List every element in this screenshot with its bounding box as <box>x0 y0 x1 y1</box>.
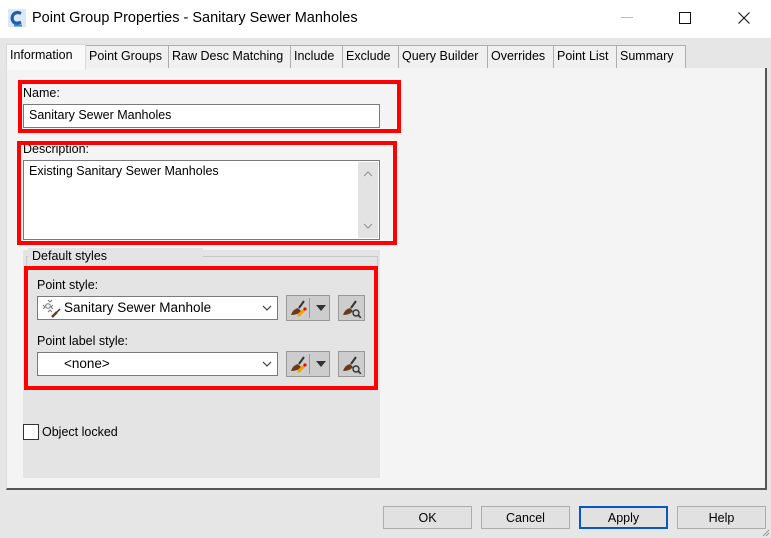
scroll-up-arrow[interactable] <box>358 164 378 184</box>
point-label-style-label: Point label style: <box>37 334 129 348</box>
description-scrollbar[interactable] <box>358 162 378 238</box>
view-style-icon <box>342 356 362 374</box>
tab-raw-desc-matching[interactable]: Raw Desc Matching <box>168 45 291 69</box>
tab-point-list[interactable]: Point List <box>553 45 617 69</box>
apply-button[interactable]: Apply <box>579 506 668 529</box>
minimize-icon <box>621 17 633 18</box>
close-icon <box>738 12 750 24</box>
maximize-button[interactable] <box>662 0 708 36</box>
view-style-icon <box>342 300 362 318</box>
tab-overrides[interactable]: Overrides <box>487 45 554 69</box>
chevron-down-icon <box>363 223 373 229</box>
point-style-dropdown[interactable]: Sanitary Sewer Manhole <box>37 296 278 320</box>
default-styles-label: Default styles <box>28 248 203 273</box>
point-style-label: Point style: <box>37 278 99 292</box>
chevron-down-icon <box>262 305 272 311</box>
tab-point-groups[interactable]: Point Groups <box>85 45 169 69</box>
description-textarea[interactable]: Existing Sanitary Sewer Manholes <box>23 160 380 240</box>
minimize-button[interactable] <box>604 0 650 36</box>
maximize-icon <box>679 12 691 24</box>
close-button[interactable] <box>721 0 767 36</box>
point-label-style-view-button[interactable] <box>338 351 365 377</box>
edit-style-icon <box>291 354 310 374</box>
point-label-style-value: <none> <box>64 356 110 371</box>
window-title: Point Group Properties - Sanitary Sewer … <box>32 10 358 26</box>
chevron-up-icon <box>363 171 373 177</box>
point-style-value: Sanitary Sewer Manhole <box>64 300 212 315</box>
chevron-down-icon <box>262 361 272 367</box>
civil3d-app-icon <box>8 9 26 27</box>
object-locked-checkbox[interactable] <box>23 424 39 440</box>
point-style-view-button[interactable] <box>338 295 365 321</box>
resize-grip-icon[interactable] <box>760 527 770 537</box>
description-label: Description: <box>23 142 89 156</box>
object-locked-label: Object locked <box>42 425 118 439</box>
point-style-edit-button[interactable] <box>286 295 330 321</box>
title-bar: Point Group Properties - Sanitary Sewer … <box>0 0 771 38</box>
help-button[interactable]: Help <box>677 506 766 529</box>
dropdown-arrow-icon <box>316 305 326 311</box>
name-label: Name: <box>23 86 60 100</box>
cancel-button[interactable]: Cancel <box>481 506 570 529</box>
tab-information[interactable]: Information <box>6 44 86 70</box>
point-label-style-dropdown[interactable]: <none> <box>37 352 278 376</box>
tab-exclude[interactable]: Exclude <box>342 45 399 69</box>
name-input[interactable]: Sanitary Sewer Manholes <box>23 104 380 128</box>
point-label-style-edit-button[interactable] <box>286 351 330 377</box>
tab-summary[interactable]: Summary <box>616 45 686 69</box>
ok-button[interactable]: OK <box>383 506 472 529</box>
dropdown-arrow-icon <box>316 361 326 367</box>
tab-query-builder[interactable]: Query Builder <box>398 45 488 69</box>
edit-style-icon <box>291 298 310 318</box>
tab-include[interactable]: Include <box>290 45 343 69</box>
point-style-icon <box>42 299 61 318</box>
description-text: Existing Sanitary Sewer Manholes <box>29 164 219 178</box>
scroll-down-arrow[interactable] <box>358 216 378 236</box>
